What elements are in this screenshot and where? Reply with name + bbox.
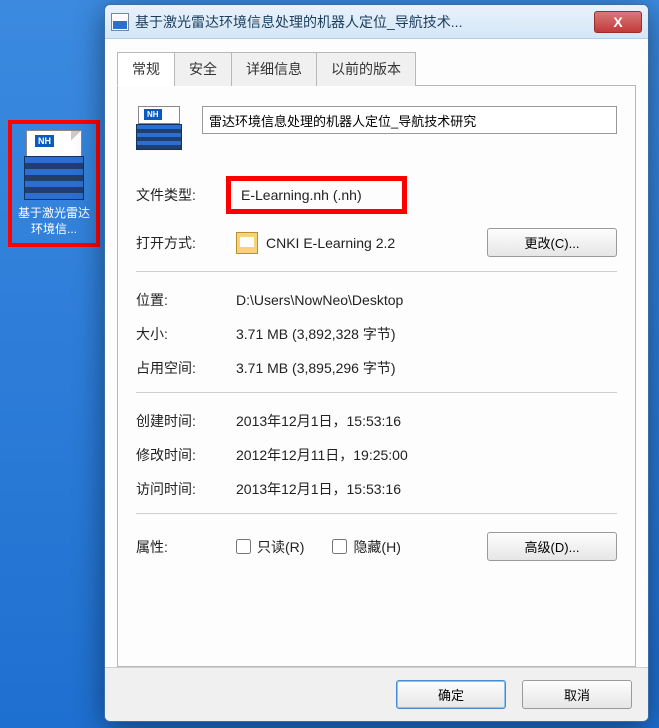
hidden-checkbox-input[interactable] [332, 539, 347, 554]
close-icon: X [613, 14, 622, 30]
checkbox-readonly[interactable]: 只读(R) [236, 537, 304, 557]
tab-body-general: NH 文件类型: E-Learning.nh (.nh) 打开方式: CNKI … [117, 86, 636, 667]
desktop-icon-label: 基于激光雷达环境信... [14, 206, 94, 237]
app-icon [236, 232, 258, 254]
value-size: 3.71 MB (3,892,328 字节) [236, 324, 617, 344]
value-location: D:\Users\NowNeo\Desktop [236, 292, 617, 308]
separator [136, 392, 617, 393]
nh-badge: NH [35, 135, 54, 147]
tab-general[interactable]: 常规 [117, 52, 175, 86]
label-openwith: 打开方式: [136, 233, 236, 253]
ok-button[interactable]: 确定 [396, 680, 506, 709]
label-size: 大小: [136, 324, 236, 344]
label-modified: 修改时间: [136, 445, 236, 465]
separator [136, 513, 617, 514]
titlebar[interactable]: 基于激光雷达环境信息处理的机器人定位_导航技术... X [105, 5, 648, 39]
label-attributes: 属性: [136, 537, 236, 557]
readonly-checkbox-input[interactable] [236, 539, 251, 554]
titlebar-icon [111, 13, 129, 31]
readonly-label: 只读(R) [257, 537, 304, 557]
advanced-button[interactable]: 高级(D)... [487, 532, 617, 561]
cancel-button[interactable]: 取消 [522, 680, 632, 709]
filetype-highlight: E-Learning.nh (.nh) [226, 176, 407, 214]
tab-strip: 常规 安全 详细信息 以前的版本 [117, 51, 636, 86]
window-title: 基于激光雷达环境信息处理的机器人定位_导航技术... [135, 12, 594, 32]
tab-previous-versions[interactable]: 以前的版本 [316, 52, 416, 86]
checkbox-hidden[interactable]: 隐藏(H) [332, 537, 400, 557]
value-created: 2013年12月1日，15:53:16 [236, 411, 617, 431]
label-size-on-disk: 占用空间: [136, 358, 236, 378]
change-button[interactable]: 更改(C)... [487, 228, 617, 257]
value-modified: 2012年12月11日，19:25:00 [236, 445, 617, 465]
stack-icon [136, 124, 182, 150]
file-type-icon: NH [136, 106, 182, 150]
label-created: 创建时间: [136, 411, 236, 431]
nh-file-icon: NH [24, 130, 84, 200]
desktop-file-icon[interactable]: NH 基于激光雷达环境信... [8, 120, 100, 247]
label-accessed: 访问时间: [136, 479, 236, 499]
stack-icon [24, 156, 84, 200]
value-filetype: E-Learning.nh (.nh) [236, 176, 617, 214]
openwith-app-name: CNKI E-Learning 2.2 [266, 235, 395, 251]
separator [136, 271, 617, 272]
dialog-footer: 确定 取消 [105, 667, 648, 721]
nh-badge: NH [144, 109, 162, 120]
label-location: 位置: [136, 290, 236, 310]
tab-security[interactable]: 安全 [174, 52, 232, 86]
close-button[interactable]: X [594, 11, 642, 33]
filename-input[interactable] [202, 106, 617, 134]
label-filetype: 文件类型: [136, 185, 236, 205]
page-icon: NH [138, 106, 180, 124]
page-icon: NH [26, 130, 82, 158]
value-size-on-disk: 3.71 MB (3,895,296 字节) [236, 358, 617, 378]
properties-window: 基于激光雷达环境信息处理的机器人定位_导航技术... X 常规 安全 详细信息 … [104, 4, 649, 722]
tab-details[interactable]: 详细信息 [231, 52, 317, 86]
client-area: 常规 安全 详细信息 以前的版本 NH 文件类型: E-Learning.nh … [105, 39, 648, 667]
hidden-label: 隐藏(H) [353, 537, 400, 557]
value-accessed: 2013年12月1日，15:53:16 [236, 479, 617, 499]
value-openwith: CNKI E-Learning 2.2 更改(C)... [236, 228, 617, 257]
